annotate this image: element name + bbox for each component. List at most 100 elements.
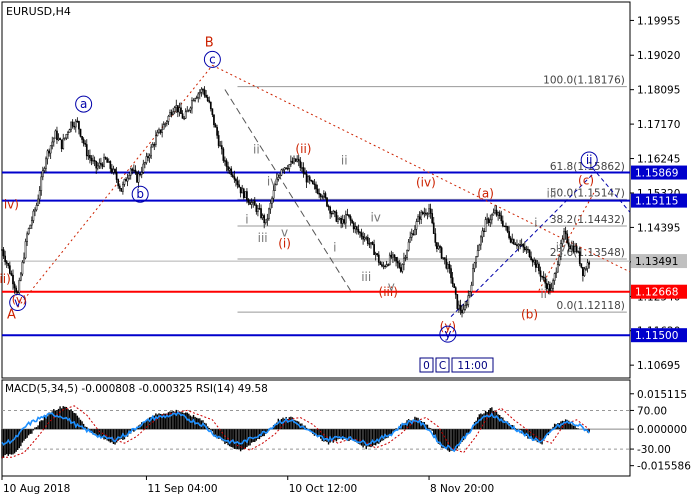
- candle-body: [433, 223, 434, 234]
- macd-bar: [56, 410, 57, 429]
- candle-body: [243, 189, 244, 198]
- candle-body: [551, 288, 552, 290]
- candle-body: [444, 258, 445, 260]
- candle-body: [303, 167, 304, 173]
- candle-body: [5, 256, 6, 262]
- candle-body: [570, 246, 571, 249]
- candle-body: [315, 185, 316, 189]
- fib-level-label: 100.0(1.18176): [543, 75, 625, 87]
- candle-body: [162, 129, 163, 132]
- macd-bar: [48, 412, 49, 429]
- candle-body: [191, 100, 192, 108]
- macd-bar: [110, 429, 111, 442]
- candle-body: [328, 206, 329, 207]
- candle-body: [227, 167, 228, 171]
- candle-body: [160, 130, 161, 133]
- candle-body: [488, 219, 489, 223]
- macd-bar: [144, 422, 145, 429]
- candle-body: [408, 242, 409, 250]
- candle-body: [114, 169, 115, 172]
- candle-body: [353, 223, 354, 229]
- wave-label: ii: [540, 287, 547, 301]
- candle-body: [242, 189, 243, 193]
- candle-body: [207, 97, 208, 100]
- candle-body: [36, 205, 37, 210]
- candle-body: [377, 254, 378, 255]
- candle-body: [322, 197, 323, 198]
- candle-body: [85, 143, 86, 144]
- wave-label: iii: [361, 270, 371, 284]
- candle-body: [260, 209, 261, 218]
- macd-bar: [256, 429, 257, 440]
- macd-bar: [70, 409, 71, 429]
- candle-body: [38, 199, 39, 205]
- candle-body: [430, 209, 431, 214]
- candle-body: [323, 194, 324, 197]
- candle-body: [369, 244, 370, 245]
- candle-body: [119, 186, 120, 188]
- candle-body: [28, 228, 29, 233]
- macd-bar: [149, 417, 150, 429]
- candle-body: [326, 198, 327, 206]
- candle-body: [312, 181, 313, 184]
- macd-bar: [362, 429, 363, 447]
- macd-bar: [37, 425, 38, 429]
- macd-bar: [336, 429, 337, 441]
- macd-bar: [28, 429, 29, 435]
- wave-label: iii: [546, 186, 556, 200]
- candle-body: [96, 161, 97, 168]
- candle-body: [199, 92, 200, 94]
- macd-bar: [94, 429, 95, 433]
- current-price-label: 1.13491: [635, 256, 678, 268]
- candle-body: [320, 194, 321, 196]
- indicator-label: MACD(5,34,5) -0.000808 -0.000325 RSI(14)…: [5, 383, 268, 395]
- wave-label: y: [444, 327, 451, 341]
- candle-body: [541, 276, 542, 277]
- candle-body: [565, 231, 566, 234]
- candle-body: [147, 156, 148, 157]
- price-axis-label: 1.19955: [637, 15, 680, 27]
- candle-body: [256, 205, 257, 211]
- candle-body: [552, 281, 553, 289]
- candle-body: [177, 105, 178, 112]
- candle-body: [143, 164, 144, 172]
- candle-body: [513, 239, 514, 244]
- fib-level-label: 50.0(1.15147): [550, 187, 625, 199]
- candle-body: [144, 163, 145, 164]
- candle-body: [297, 159, 298, 161]
- candle-body: [378, 255, 379, 263]
- candle-body: [333, 211, 334, 213]
- candle-body: [587, 263, 588, 269]
- candle-body: [83, 139, 84, 143]
- macd-bar: [231, 429, 232, 447]
- candle-body: [585, 269, 586, 270]
- macd-bar: [26, 429, 27, 438]
- candle-body: [140, 174, 141, 175]
- candle-body: [403, 258, 404, 264]
- macd-bar: [212, 429, 213, 431]
- wave-label: (ii): [295, 142, 311, 156]
- candle-body: [210, 102, 211, 109]
- candle-body: [224, 161, 225, 162]
- price-axis-label: 1.16245: [637, 154, 680, 166]
- candle-body: [337, 219, 338, 221]
- candle-body: [138, 174, 139, 182]
- candle-body: [182, 114, 183, 119]
- candle-body: [118, 180, 119, 186]
- candle-body: [532, 260, 533, 262]
- candle-body: [174, 108, 175, 112]
- macd-bar: [55, 411, 56, 430]
- candle-body: [339, 218, 340, 219]
- candle-body: [133, 170, 134, 171]
- macd-bar: [209, 428, 210, 429]
- candle-body: [584, 269, 585, 276]
- candle-body: [209, 101, 210, 102]
- candle-body: [107, 159, 108, 163]
- candle-body: [491, 215, 492, 220]
- candle-body: [113, 169, 114, 172]
- candle-body: [268, 209, 269, 219]
- candle-body: [108, 161, 109, 162]
- candle-body: [367, 237, 368, 243]
- candle-body: [240, 187, 241, 193]
- candle-body: [195, 99, 196, 101]
